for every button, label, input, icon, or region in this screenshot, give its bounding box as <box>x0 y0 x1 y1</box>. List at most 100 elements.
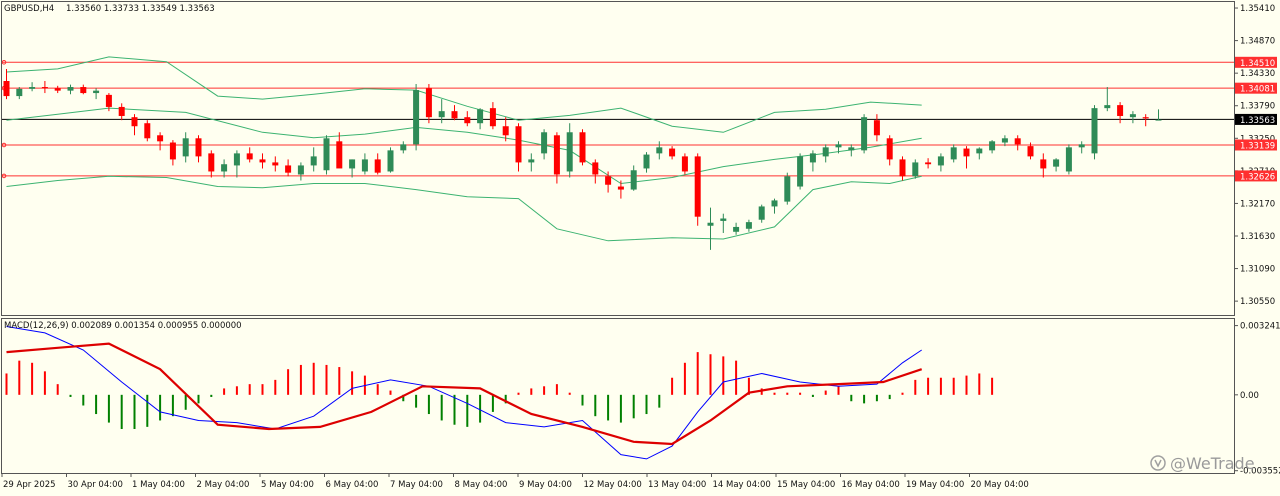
candle-body <box>105 94 112 107</box>
candle-body <box>451 111 458 119</box>
candle-body <box>758 206 765 220</box>
candle-body <box>1142 117 1149 119</box>
candle-body <box>387 150 394 172</box>
candle-body <box>605 176 612 185</box>
candle-body <box>1053 159 1060 167</box>
price-axis-tick-label: 1.34330 <box>1240 69 1275 79</box>
candle-body <box>515 126 522 163</box>
candle-body <box>425 88 432 118</box>
candle-body <box>528 159 535 163</box>
candle-body <box>349 159 356 169</box>
candle-body <box>118 106 125 116</box>
candle-body <box>195 138 202 157</box>
candle-body <box>797 156 804 187</box>
candle-body <box>848 147 855 151</box>
candle-body <box>630 170 637 190</box>
time-axis-tick-label: 20 May 04:00 <box>971 480 1029 490</box>
level-price-label: 1.33139 <box>1240 141 1275 151</box>
candle-body <box>16 88 23 97</box>
time-axis-tick-label: 12 May 04:00 <box>584 480 642 490</box>
time-axis-tick-label: 5 May 04:00 <box>261 480 314 490</box>
candle-body <box>41 87 48 89</box>
candle-body <box>873 120 880 136</box>
candle-body <box>1078 144 1085 148</box>
candle-body <box>54 88 61 91</box>
candle-body <box>477 109 484 124</box>
price-axis-tick-label: 1.34870 <box>1240 37 1275 47</box>
time-axis-tick-label: 13 May 04:00 <box>648 480 706 490</box>
candle-body <box>374 159 381 173</box>
candle-body <box>80 87 87 94</box>
candle-body <box>989 141 996 151</box>
candle-body <box>67 87 74 91</box>
candle-body <box>361 159 368 172</box>
candle-body <box>1040 159 1047 169</box>
macd-axis-tick-label: 0.003241 <box>1240 322 1280 332</box>
candle-body <box>707 222 714 226</box>
candle-body <box>502 126 509 136</box>
candle-body <box>272 162 279 166</box>
candle-body <box>694 156 701 217</box>
candle-body <box>925 162 932 165</box>
price-axis-tick-label: 1.31630 <box>1240 232 1275 242</box>
candle-body <box>643 154 650 169</box>
candle-body <box>553 135 560 175</box>
candle-body <box>29 87 36 89</box>
time-axis-tick-label: 7 May 04:00 <box>390 480 443 490</box>
candle-body <box>93 90 100 94</box>
level-price-label: 1.33563 <box>1240 116 1275 126</box>
candle-body <box>963 148 970 157</box>
candle-body <box>144 123 151 139</box>
candle-body <box>400 144 407 151</box>
candle-body <box>169 142 176 160</box>
candle-body <box>413 90 420 145</box>
candle-body <box>745 222 752 229</box>
time-axis-tick-label: 30 Apr 04:00 <box>68 480 123 490</box>
candle-body <box>566 132 573 172</box>
candle-body <box>886 138 893 160</box>
candle-body <box>285 165 292 173</box>
trading-chart[interactable]: 1.354101.348701.343301.337901.332501.327… <box>0 0 1280 492</box>
candle-body <box>233 153 240 166</box>
price-axis-tick-label: 1.33790 <box>1240 102 1275 112</box>
time-axis-tick-label: 8 May 04:00 <box>455 480 508 490</box>
candle-body <box>336 141 343 169</box>
price-chart-title: GBPUSD,H4 <box>4 4 54 14</box>
candle-body <box>861 117 868 151</box>
candle-body <box>579 132 586 163</box>
candle-body <box>438 111 445 118</box>
price-axis-tick-label: 1.35410 <box>1240 4 1275 14</box>
level-price-label: 1.34510 <box>1240 59 1275 69</box>
candle-body <box>592 162 599 175</box>
candle-body <box>1014 138 1021 145</box>
level-price-label: 1.32626 <box>1240 172 1275 182</box>
price-axis-tick-label: 1.31090 <box>1240 265 1275 275</box>
candle-body <box>681 156 688 172</box>
candle-body <box>131 117 138 127</box>
time-axis-tick-label: 6 May 04:00 <box>326 480 379 490</box>
time-axis-tick-label: 19 May 04:00 <box>906 480 964 490</box>
candle-body <box>899 159 906 177</box>
candle-body <box>1091 108 1098 154</box>
macd-title: MACD(12,26,9) 0.002089 0.001354 0.000955… <box>4 321 242 331</box>
macd-axis-tick-label: 0.00 <box>1240 391 1259 401</box>
time-axis-tick-label: 1 May 04:00 <box>132 480 185 490</box>
candle-body <box>720 218 727 221</box>
candle-body <box>246 153 253 160</box>
candle-body <box>1027 146 1034 157</box>
candle-body <box>809 153 816 163</box>
price-axis-tick-label: 1.32170 <box>1240 199 1275 209</box>
watermark-text: @WeTrade <box>1170 454 1255 473</box>
time-axis-tick-label: 29 Apr 2025 <box>3 480 56 490</box>
candle-body <box>1155 119 1162 121</box>
candle-body <box>1129 114 1136 118</box>
candle-body <box>784 176 791 202</box>
price-axis-tick-label: 1.30550 <box>1240 297 1275 307</box>
candle-body <box>310 156 317 166</box>
candle-body <box>221 164 228 172</box>
candle-body <box>464 117 471 124</box>
candle-body <box>182 138 189 157</box>
candle-body <box>3 81 10 97</box>
candle-body <box>297 165 304 175</box>
time-axis-tick-label: 9 May 04:00 <box>519 480 572 490</box>
